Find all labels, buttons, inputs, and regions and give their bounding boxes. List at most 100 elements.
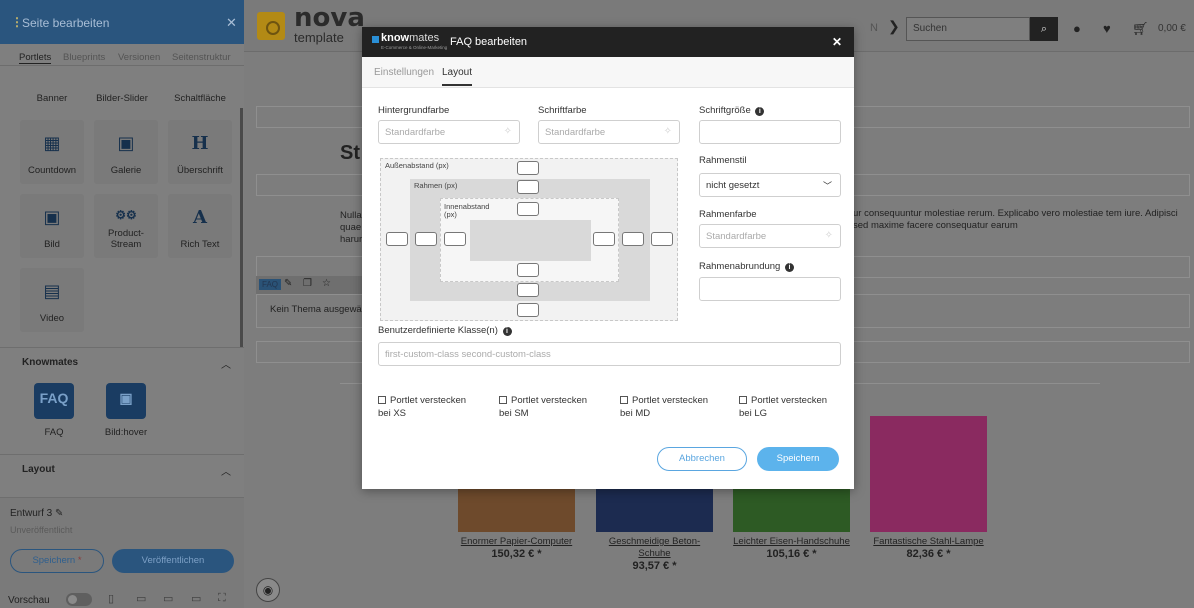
border-left-input[interactable] bbox=[415, 232, 437, 246]
preview-toggle[interactable] bbox=[66, 593, 92, 606]
nav-item[interactable]: N bbox=[870, 22, 878, 34]
chevron-up-icon[interactable]: ︿ bbox=[221, 463, 231, 478]
fingerprint-icon[interactable]: ◉ bbox=[256, 578, 280, 602]
border-style-select[interactable]: nicht gesetzt ﹀ bbox=[699, 173, 841, 197]
font-size-input[interactable] bbox=[699, 120, 841, 144]
image-hover-icon: ▣ bbox=[106, 383, 146, 419]
font-color-input[interactable]: Standardfarbe ✧ bbox=[538, 120, 680, 144]
image-icon: ▣ bbox=[43, 207, 61, 228]
hide-xs-option[interactable]: Portlet verstecken bei XS bbox=[378, 394, 478, 420]
tile-heading[interactable]: H Überschrift bbox=[168, 120, 232, 184]
product-name[interactable]: Leichter Eisen-Handschuhe bbox=[733, 536, 850, 548]
publish-button[interactable]: Veröffentlichen bbox=[112, 549, 234, 573]
pencil-icon[interactable]: ✎ bbox=[55, 508, 63, 519]
product-image[interactable] bbox=[870, 416, 987, 532]
tab-layout[interactable]: Layout bbox=[442, 67, 473, 86]
tile-video[interactable]: ▤ Video bbox=[20, 268, 84, 332]
sidebar-scrollbar[interactable] bbox=[240, 108, 243, 348]
tile-button[interactable]: Schaltfläche bbox=[168, 93, 232, 104]
tab-page-structure[interactable]: Seitenstruktur bbox=[172, 52, 231, 63]
logo-title[interactable]: nova bbox=[294, 5, 365, 31]
tile-faq[interactable]: FAQ FAQ bbox=[22, 383, 86, 443]
search-icon[interactable]: ⌕ bbox=[1030, 17, 1058, 41]
fullscreen-icon[interactable]: ⛶ bbox=[218, 592, 226, 605]
margin-top-input[interactable] bbox=[517, 161, 539, 175]
desktop-icon[interactable]: ▭ bbox=[191, 592, 201, 605]
tablet-icon[interactable]: ▭ bbox=[136, 592, 146, 605]
border-radius-input[interactable] bbox=[699, 277, 841, 301]
hide-xs-checkbox[interactable] bbox=[378, 396, 386, 404]
tab-portlets[interactable]: Portlets bbox=[19, 52, 52, 64]
copy-icon[interactable]: ❐ bbox=[303, 278, 312, 289]
tab-versions[interactable]: Versionen bbox=[118, 52, 160, 63]
hide-sm-option[interactable]: Portlet verstecken bei SM bbox=[499, 394, 599, 420]
margin-label: Außenabstand (px) bbox=[385, 161, 449, 170]
margin-left-input[interactable] bbox=[386, 232, 408, 246]
border-top-input[interactable] bbox=[517, 180, 539, 194]
save-draft-button[interactable]: Speichern * bbox=[10, 549, 104, 573]
section-layout[interactable]: Layout ︿ bbox=[0, 454, 244, 482]
tile-gallery[interactable]: ▣ Galerie bbox=[94, 120, 158, 184]
product-name[interactable]: Fantastische Stahl-Lampe bbox=[870, 536, 987, 548]
product-name[interactable]: Enormer Papier-Computer bbox=[458, 536, 575, 548]
color-picker-icon[interactable]: ✧ bbox=[504, 126, 512, 137]
border-right-input[interactable] bbox=[622, 232, 644, 246]
product-card[interactable]: Fantastische Stahl-Lampe 82,36 € * bbox=[870, 416, 987, 560]
padding-top-input[interactable] bbox=[517, 202, 539, 216]
sidebar-title: Seite bearbeiten bbox=[22, 16, 110, 30]
product-name[interactable]: Geschmeidige Beton-Schuhe bbox=[596, 536, 713, 560]
phone-icon[interactable]: ▯ bbox=[108, 592, 114, 605]
cart-icon[interactable]: 🛒︎ bbox=[1132, 21, 1149, 37]
tile-label: Galerie bbox=[110, 165, 142, 176]
cart-total[interactable]: 0,00 € bbox=[1158, 23, 1186, 34]
cancel-button[interactable]: Abbrechen bbox=[657, 447, 747, 471]
chevron-right-icon[interactable]: ❯ bbox=[888, 18, 900, 35]
tab-settings[interactable]: Einstellungen bbox=[374, 67, 434, 78]
hide-lg-checkbox[interactable] bbox=[739, 396, 747, 404]
tile-rich-text[interactable]: A Rich Text bbox=[168, 194, 232, 258]
info-icon[interactable]: i bbox=[755, 107, 765, 116]
close-icon[interactable]: ✕ bbox=[226, 15, 237, 31]
draft-name[interactable]: Entwurf 3 ✎ bbox=[10, 508, 63, 519]
hide-sm-checkbox[interactable] bbox=[499, 396, 507, 404]
info-icon[interactable]: i bbox=[784, 263, 794, 272]
padding-right-input[interactable] bbox=[593, 232, 615, 246]
laptop-icon[interactable]: ▭ bbox=[163, 592, 173, 605]
padding-bottom-input[interactable] bbox=[517, 263, 539, 277]
tile-image[interactable]: ▣ Bild bbox=[20, 194, 84, 258]
tile-banner[interactable]: Banner bbox=[20, 93, 84, 104]
star-icon[interactable]: ☆ bbox=[322, 278, 331, 289]
bg-color-input[interactable]: Standardfarbe ✧ bbox=[378, 120, 520, 144]
custom-class-input[interactable]: first-custom-class second-custom-class bbox=[378, 342, 841, 366]
tile-image-hover[interactable]: ▣ Bild:hover bbox=[94, 383, 158, 443]
section-knowmates[interactable]: Knowmates ︿ bbox=[0, 347, 244, 375]
margin-right-input[interactable] bbox=[651, 232, 673, 246]
hide-md-checkbox[interactable] bbox=[620, 396, 628, 404]
padding-left-input[interactable] bbox=[444, 232, 466, 246]
info-icon[interactable]: i bbox=[502, 327, 512, 336]
section-title: Layout bbox=[22, 464, 55, 475]
chevron-up-icon[interactable]: ︿ bbox=[221, 356, 231, 371]
tab-blueprints[interactable]: Blueprints bbox=[63, 52, 105, 63]
user-icon[interactable]: ● bbox=[1073, 21, 1081, 36]
margin-bottom-input[interactable] bbox=[517, 303, 539, 317]
tile-product-stream[interactable]: ⚙⚙ Product-Stream bbox=[94, 194, 158, 258]
border-bottom-input[interactable] bbox=[517, 283, 539, 297]
padding-label: Innenabstand (px) bbox=[444, 202, 490, 219]
margin-box: Außenabstand (px) Rahmen (px) Innenabsta… bbox=[380, 158, 678, 321]
pencil-icon[interactable]: ✎ bbox=[284, 278, 292, 289]
color-picker-icon[interactable]: ✧ bbox=[825, 230, 833, 241]
custom-class-placeholder: first-custom-class second-custom-class bbox=[385, 349, 551, 360]
hide-lg-option[interactable]: Portlet verstecken bei LG bbox=[739, 394, 839, 420]
search-input[interactable]: Suchen bbox=[906, 17, 1030, 41]
option-label: Portlet verstecken bbox=[751, 395, 828, 406]
tile-image-slider[interactable]: Bilder-Slider bbox=[90, 93, 154, 104]
knowmates-logo-icon bbox=[372, 36, 379, 43]
save-button[interactable]: Speichern bbox=[757, 447, 839, 471]
heart-icon[interactable]: ♥ bbox=[1103, 21, 1111, 36]
close-icon[interactable]: ✕ bbox=[832, 35, 842, 49]
border-color-input[interactable]: Standardfarbe ✧ bbox=[699, 224, 841, 248]
hide-md-option[interactable]: Portlet verstecken bei MD bbox=[620, 394, 720, 420]
color-picker-icon[interactable]: ✧ bbox=[664, 126, 672, 137]
tile-countdown[interactable]: ▦ Countdown bbox=[20, 120, 84, 184]
